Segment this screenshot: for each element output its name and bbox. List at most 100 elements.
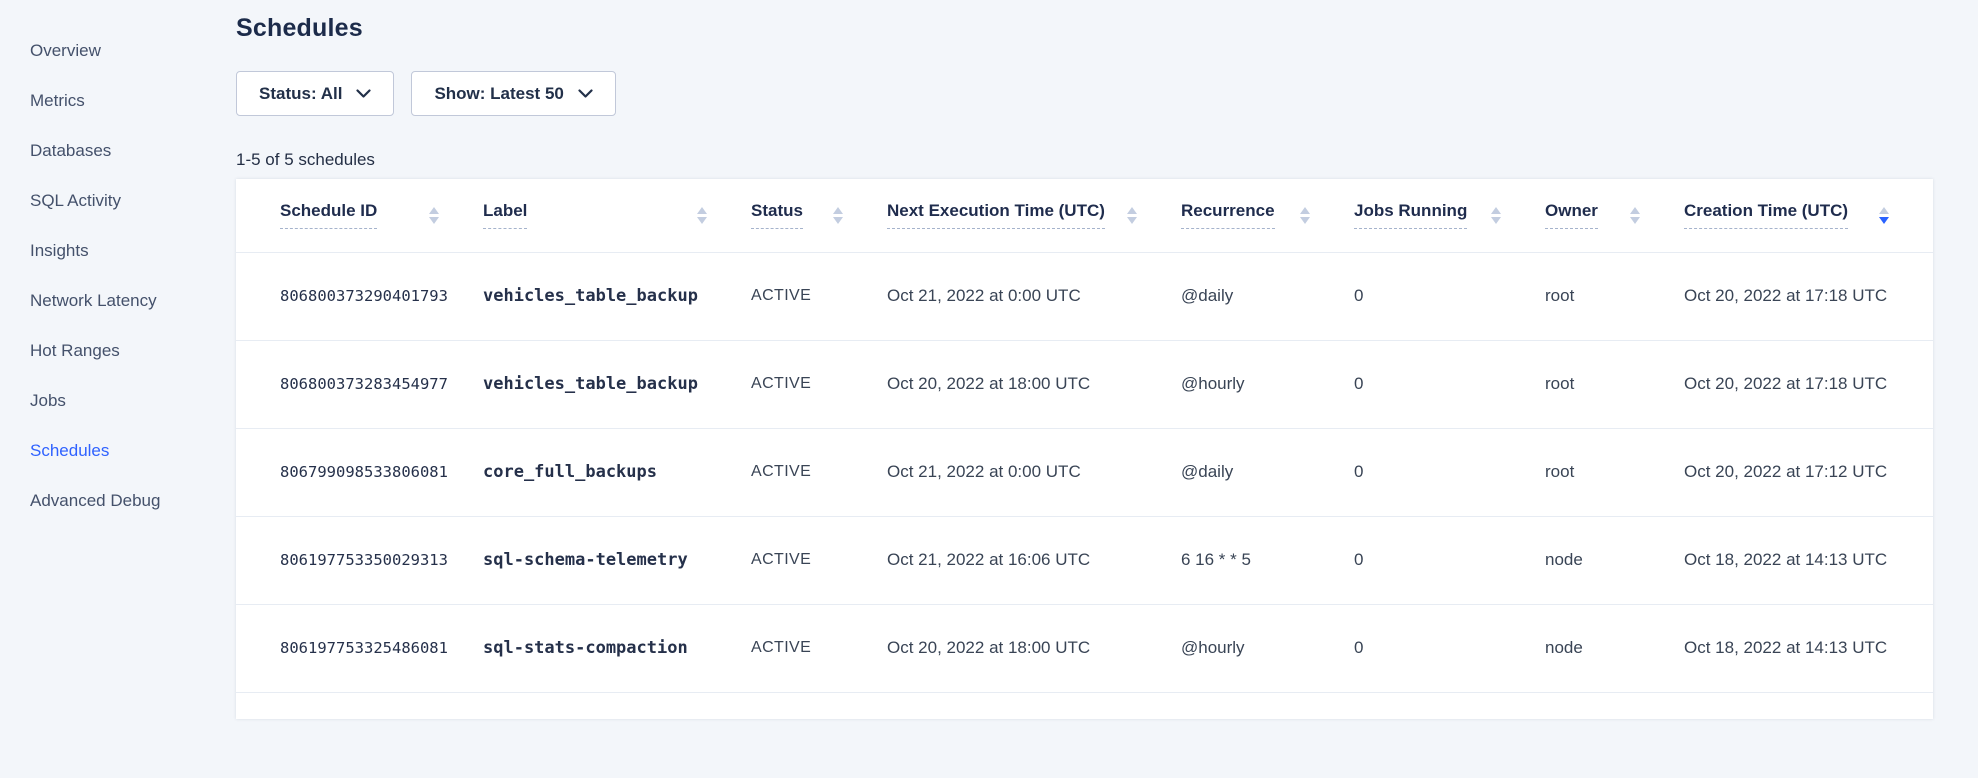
table-row: 806800373283454977 vehicles_table_backup…: [236, 340, 1933, 428]
sidebar-item-label: Network Latency: [30, 291, 157, 311]
table-row: 806799098533806081 core_full_backups ACT…: [236, 428, 1933, 516]
results-count: 1-5 of 5 schedules: [236, 150, 1933, 170]
column-header-label: Jobs Running: [1354, 201, 1467, 229]
sort-down-arrow-icon: [833, 217, 843, 224]
cell-next-execution: Oct 21, 2022 at 0:00 UTC: [887, 252, 1181, 340]
column-header-jobs-running[interactable]: Jobs Running: [1354, 179, 1545, 252]
column-header-inner: Status: [751, 201, 887, 229]
cell-creation-time: Oct 20, 2022 at 17:12 UTC: [1684, 428, 1933, 516]
cell-label: core_full_backups: [483, 428, 751, 516]
sidebar-item-insights[interactable]: Insights: [0, 226, 236, 276]
sort-icon: [697, 207, 707, 224]
cell-status: ACTIVE: [751, 428, 887, 516]
sidebar-item-label: Metrics: [30, 91, 85, 111]
column-header-status[interactable]: Status: [751, 179, 887, 252]
sort-icon: [1491, 207, 1501, 224]
column-header-inner: Owner: [1545, 201, 1684, 229]
cell-next-execution: Oct 20, 2022 at 18:00 UTC: [887, 604, 1181, 692]
sort-up-arrow-icon: [1127, 207, 1137, 214]
cell-label: vehicles_table_backup: [483, 252, 751, 340]
cell-status: ACTIVE: [751, 604, 887, 692]
sidebar-item-hot-ranges[interactable]: Hot Ranges: [0, 326, 236, 376]
cell-creation-time: Oct 20, 2022 at 17:18 UTC: [1684, 252, 1933, 340]
sidebar-item-label: SQL Activity: [30, 191, 121, 211]
column-header-inner: Recurrence: [1181, 201, 1354, 229]
cell-id: 806800373283454977: [236, 340, 483, 428]
show-limit-dropdown[interactable]: Show: Latest 50: [411, 71, 615, 116]
sidebar-item-advanced-debug[interactable]: Advanced Debug: [0, 476, 236, 526]
column-header-label: Label: [483, 201, 527, 229]
status-filter-dropdown[interactable]: Status: All: [236, 71, 394, 116]
sort-down-arrow-icon: [1630, 217, 1640, 224]
status-filter-label: Status: All: [259, 84, 342, 104]
cell-id: 806197753350029313: [236, 516, 483, 604]
app-root: Overview Metrics Databases SQL Activity …: [0, 0, 1978, 778]
table-header: Schedule ID Label Status Next Execution …: [236, 179, 1933, 252]
sidebar-item-metrics[interactable]: Metrics: [0, 76, 236, 126]
column-header-label: Recurrence: [1181, 201, 1275, 229]
cell-next-execution: Oct 21, 2022 at 16:06 UTC: [887, 516, 1181, 604]
cell-next-execution: Oct 20, 2022 at 18:00 UTC: [887, 340, 1181, 428]
column-header-recurrence[interactable]: Recurrence: [1181, 179, 1354, 252]
schedules-table: Schedule ID Label Status Next Execution …: [236, 179, 1933, 693]
sort-icon: [1879, 207, 1889, 224]
sort-down-arrow-icon: [1491, 217, 1501, 224]
column-header-schedule-id[interactable]: Schedule ID: [236, 179, 483, 252]
table-header-row: Schedule ID Label Status Next Execution …: [236, 179, 1933, 252]
sidebar-item-network-latency[interactable]: Network Latency: [0, 276, 236, 326]
sort-icon: [833, 207, 843, 224]
column-header-label: Creation Time (UTC): [1684, 201, 1848, 229]
chevron-down-icon: [578, 89, 593, 99]
cell-label: sql-stats-compaction: [483, 604, 751, 692]
cell-id: 806197753325486081: [236, 604, 483, 692]
sort-icon: [1630, 207, 1640, 224]
filter-bar: Status: All Show: Latest 50: [236, 71, 1933, 116]
sort-up-arrow-icon: [697, 207, 707, 214]
sidebar-item-label: Advanced Debug: [30, 491, 160, 511]
sort-down-arrow-icon: [1127, 217, 1137, 224]
cell-owner: root: [1545, 252, 1684, 340]
column-header-inner: Next Execution Time (UTC): [887, 201, 1181, 229]
column-header-label[interactable]: Label: [483, 179, 751, 252]
cell-jobs-running: 0: [1354, 516, 1545, 604]
sidebar: Overview Metrics Databases SQL Activity …: [0, 0, 236, 778]
sidebar-item-overview[interactable]: Overview: [0, 26, 236, 76]
sidebar-item-label: Databases: [30, 141, 111, 161]
sort-icon: [1300, 207, 1310, 224]
column-header-owner[interactable]: Owner: [1545, 179, 1684, 252]
cell-recurrence: @daily: [1181, 428, 1354, 516]
table-row: 806197753325486081 sql-stats-compaction …: [236, 604, 1933, 692]
column-header-inner: Label: [483, 201, 751, 229]
chevron-down-icon: [356, 89, 371, 99]
main-content: Schedules Status: All Show: Latest 50 1-…: [236, 0, 1933, 778]
sort-down-arrow-icon: [1879, 217, 1889, 224]
sidebar-item-jobs[interactable]: Jobs: [0, 376, 236, 426]
column-header-creation-time-utc-[interactable]: Creation Time (UTC): [1684, 179, 1933, 252]
cell-owner: root: [1545, 340, 1684, 428]
sidebar-item-label: Hot Ranges: [30, 341, 120, 361]
cell-id: 806800373290401793: [236, 252, 483, 340]
sort-up-arrow-icon: [1879, 207, 1889, 214]
sort-up-arrow-icon: [833, 207, 843, 214]
column-header-label: Next Execution Time (UTC): [887, 201, 1105, 229]
sidebar-item-sql-activity[interactable]: SQL Activity: [0, 176, 236, 226]
sidebar-item-label: Jobs: [30, 391, 66, 411]
sidebar-item-databases[interactable]: Databases: [0, 126, 236, 176]
cell-id: 806799098533806081: [236, 428, 483, 516]
sidebar-nav-list: Overview Metrics Databases SQL Activity …: [0, 26, 236, 526]
sort-up-arrow-icon: [429, 207, 439, 214]
table-row: 806197753350029313 sql-schema-telemetry …: [236, 516, 1933, 604]
cell-next-execution: Oct 21, 2022 at 0:00 UTC: [887, 428, 1181, 516]
cell-jobs-running: 0: [1354, 604, 1545, 692]
column-header-inner: Schedule ID: [280, 201, 483, 229]
sort-icon: [1127, 207, 1137, 224]
sort-down-arrow-icon: [1300, 217, 1310, 224]
cell-creation-time: Oct 18, 2022 at 14:13 UTC: [1684, 516, 1933, 604]
column-header-inner: Creation Time (UTC): [1684, 201, 1933, 229]
cell-owner: node: [1545, 604, 1684, 692]
cell-creation-time: Oct 20, 2022 at 17:18 UTC: [1684, 340, 1933, 428]
cell-label: vehicles_table_backup: [483, 340, 751, 428]
sidebar-item-label: Insights: [30, 241, 89, 261]
column-header-next-execution-time-utc-[interactable]: Next Execution Time (UTC): [887, 179, 1181, 252]
sidebar-item-schedules[interactable]: Schedules: [0, 426, 236, 476]
